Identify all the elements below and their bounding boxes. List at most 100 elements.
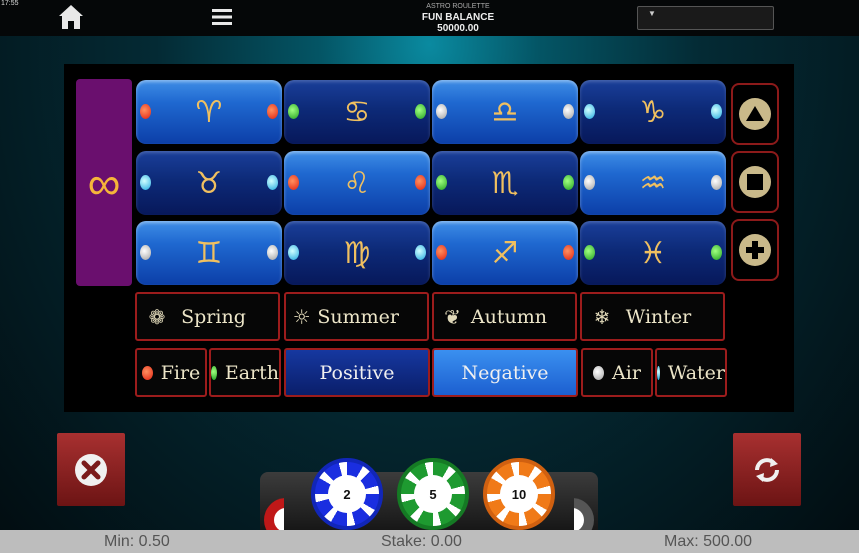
bet-positive[interactable]: Positive <box>284 348 430 397</box>
element-dot-icon <box>563 104 574 119</box>
element-dot-icon <box>436 175 447 190</box>
bet-label: Winter <box>625 305 692 328</box>
fire-dot-icon <box>141 365 153 380</box>
element-dot-icon <box>584 245 595 260</box>
max-bet: Max: 500.00 <box>664 533 753 550</box>
aquarius-icon: ♒ <box>639 165 667 201</box>
bet-autumn[interactable]: ❦ Autumn <box>432 292 577 341</box>
bet-negative[interactable]: Negative <box>432 348 578 397</box>
bet-leo[interactable]: ♌ <box>284 151 430 215</box>
bet-capricorn[interactable]: ♑ <box>580 80 726 144</box>
bet-label: Autumn <box>470 305 547 328</box>
rebet-button[interactable] <box>733 433 801 506</box>
flower-icon: ❁ <box>148 304 166 329</box>
chip-value: 2 <box>328 475 366 513</box>
element-dot-icon <box>288 175 299 190</box>
chip-edge-left[interactable] <box>260 490 308 542</box>
air-dot-icon <box>593 365 605 380</box>
arrow-up-icon <box>739 98 771 130</box>
bet-pisces[interactable]: ♓ <box>580 221 726 285</box>
bet-spring[interactable]: ❁ Spring <box>135 292 280 341</box>
plus-button[interactable] <box>731 219 779 281</box>
element-dot-icon <box>140 175 151 190</box>
chip-value: 5 <box>414 475 452 513</box>
sagittarius-icon: ♐ <box>491 235 519 271</box>
bet-aries[interactable]: ♈ <box>136 80 282 144</box>
sun-icon: ☼ <box>292 304 311 329</box>
bet-air[interactable]: Air <box>581 348 653 397</box>
game-title: ASTRO ROULETTE <box>426 3 490 10</box>
element-dot-icon <box>436 245 447 260</box>
bet-label: Spring <box>181 305 246 328</box>
bet-label: Earth <box>224 361 279 384</box>
pisces-icon: ♓ <box>639 235 667 271</box>
element-dot-icon <box>288 245 299 260</box>
element-dot-icon <box>711 104 722 119</box>
bet-libra[interactable]: ♎ <box>432 80 578 144</box>
clock: 17:55 <box>1 0 19 7</box>
bet-label: Fire <box>160 361 201 384</box>
infinity-bet[interactable]: ∞ <box>76 79 132 286</box>
element-dot-icon <box>267 245 278 260</box>
element-dot-icon <box>415 175 426 190</box>
bet-cancer[interactable]: ♋ <box>284 80 430 144</box>
bet-aquarius[interactable]: ♒ <box>580 151 726 215</box>
balance-display: ASTRO ROULETTE FUN BALANCE 50000.00 <box>398 1 518 34</box>
bet-fire[interactable]: Fire <box>135 348 207 397</box>
bet-water[interactable]: Water <box>655 348 727 397</box>
cancer-icon: ♋ <box>343 94 371 130</box>
bet-earth[interactable]: Earth <box>209 348 281 397</box>
element-dot-icon <box>711 175 722 190</box>
element-dot-icon <box>584 104 595 119</box>
chip-10[interactable]: 10 <box>483 458 555 530</box>
element-dot-icon <box>584 175 595 190</box>
hamburger-menu-icon[interactable] <box>210 6 234 28</box>
element-dot-icon <box>267 104 278 119</box>
leo-icon: ♌ <box>343 165 371 201</box>
libra-icon: ♎ <box>491 94 519 130</box>
water-dot-icon <box>657 365 660 380</box>
element-dot-icon <box>415 245 426 260</box>
bet-taurus[interactable]: ♉ <box>136 151 282 215</box>
capricorn-icon: ♑ <box>639 94 667 130</box>
footer-bar: Min: 0.50 Stake: 0.00 Max: 500.00 <box>0 530 859 553</box>
bet-sagittarius[interactable]: ♐ <box>432 221 578 285</box>
element-dot-icon <box>711 245 722 260</box>
bet-label: Water <box>667 361 725 384</box>
plus-icon <box>739 234 771 266</box>
bet-summer[interactable]: ☼ Summer <box>284 292 429 341</box>
clear-bets-button[interactable] <box>57 433 125 506</box>
element-dot-icon <box>288 104 299 119</box>
element-dot-icon <box>140 104 151 119</box>
bet-gemini[interactable]: ♊ <box>136 221 282 285</box>
bet-winter[interactable]: ❄ Winter <box>580 292 725 341</box>
balance-label: FUN BALANCE <box>421 12 495 23</box>
taurus-icon: ♉ <box>195 165 223 201</box>
bet-virgo[interactable]: ♍ <box>284 221 430 285</box>
earth-dot-icon <box>211 365 217 380</box>
bet-scorpio[interactable]: ♏ <box>432 151 578 215</box>
chip-edge-right[interactable] <box>550 490 598 542</box>
chip-value: 10 <box>500 475 538 513</box>
close-icon <box>75 453 107 486</box>
home-icon[interactable] <box>57 3 85 31</box>
chip-5[interactable]: 5 <box>397 458 469 530</box>
chevron-down-icon: ▼ <box>648 9 656 18</box>
min-bet: Min: 0.50 <box>104 533 170 550</box>
chip-2[interactable]: 2 <box>311 458 383 530</box>
bet-label: Negative <box>461 361 549 384</box>
balance-value: 50000.00 <box>437 23 479 34</box>
gemini-icon: ♊ <box>195 235 223 271</box>
element-dot-icon <box>267 175 278 190</box>
leaf-icon: ❦ <box>444 304 461 329</box>
bet-label: Air <box>612 361 641 384</box>
refresh-icon <box>755 457 779 482</box>
arrow-up-button[interactable] <box>731 83 779 145</box>
snowflake-icon: ❄ <box>593 304 611 329</box>
square-button[interactable] <box>731 151 779 213</box>
bet-label: Positive <box>319 361 395 384</box>
element-dot-icon <box>563 175 574 190</box>
scorpio-icon: ♏ <box>491 165 519 201</box>
element-dot-icon <box>140 245 151 260</box>
balance-dropdown[interactable]: ▼ <box>637 6 774 30</box>
